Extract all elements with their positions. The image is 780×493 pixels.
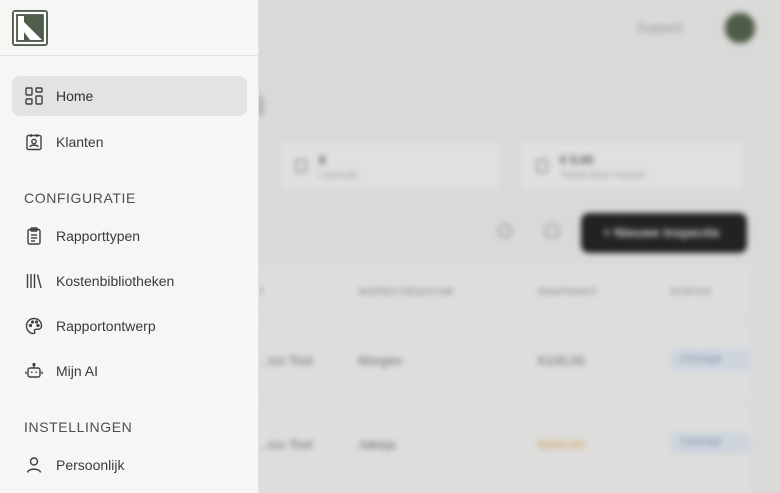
sidebar-item-label: Persoonlijk bbox=[56, 457, 125, 473]
sidebar-item-label: Kostenbibliotheken bbox=[56, 273, 175, 289]
clipboard-list-icon bbox=[24, 226, 44, 246]
sidebar-item-mijn-ai[interactable]: Mijn AI bbox=[12, 351, 247, 391]
sidebar-item-label: Rapporttypen bbox=[56, 228, 141, 244]
brand-logo[interactable] bbox=[12, 10, 48, 46]
section-title-instellingen: INSTELLINGEN bbox=[24, 419, 133, 435]
robot-icon bbox=[24, 361, 44, 381]
sidebar: Home Klanten CONFIGURATIE Rapporttypen K… bbox=[0, 0, 259, 493]
contact-card-icon bbox=[24, 132, 44, 152]
palette-icon bbox=[24, 316, 44, 336]
sidebar-item-kostenbibliotheken[interactable]: Kostenbibliotheken bbox=[12, 261, 247, 301]
sidebar-item-rapportontwerp[interactable]: Rapportontwerp bbox=[12, 306, 247, 346]
sidebar-item-klanten[interactable]: Klanten bbox=[12, 122, 247, 162]
sidebar-item-label: Rapportontwerp bbox=[56, 318, 156, 334]
library-icon bbox=[24, 271, 44, 291]
sidebar-item-label: Mijn AI bbox=[56, 363, 99, 379]
sidebar-item-label: Home bbox=[56, 88, 94, 104]
section-title-configuratie: CONFIGURATIE bbox=[24, 190, 136, 206]
user-icon bbox=[24, 455, 44, 475]
sidebar-item-home[interactable]: Home bbox=[12, 76, 247, 116]
sidebar-item-persoonlijk[interactable]: Persoonlijk bbox=[12, 445, 247, 485]
sidebar-header bbox=[0, 0, 259, 56]
dashboard-grid-icon bbox=[24, 86, 44, 106]
sidebar-item-label: Klanten bbox=[56, 134, 104, 150]
sidebar-item-rapporttypen[interactable]: Rapporttypen bbox=[12, 216, 247, 256]
